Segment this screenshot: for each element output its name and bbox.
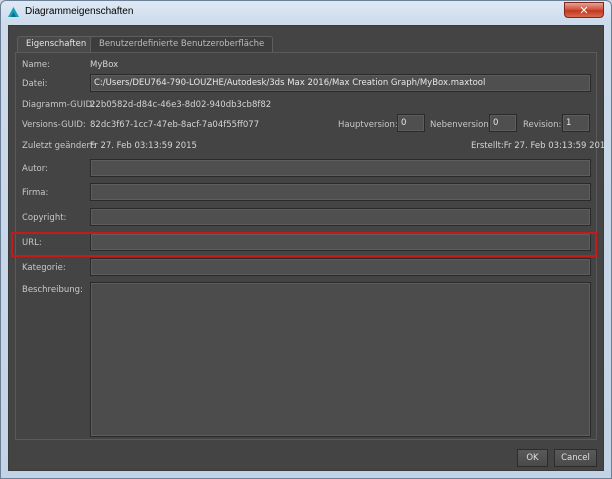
version-guid-label: Versions-GUID:	[22, 120, 86, 130]
beschreibung-textarea[interactable]	[90, 282, 591, 437]
autor-label: Autor:	[22, 164, 48, 174]
datei-label: Datei:	[22, 79, 48, 89]
copyright-label: Copyright:	[22, 213, 67, 223]
kategorie-highlight-box	[11, 232, 597, 257]
kategorie-label: Kategorie:	[22, 263, 66, 273]
window-title: Diagrammeigenschaften	[25, 6, 134, 17]
created-value: Erstellt:Fr 27. Feb 03:13:59 2015	[471, 141, 611, 151]
revision-field[interactable]: 1	[562, 114, 590, 132]
cancel-button[interactable]: Cancel	[554, 449, 597, 467]
modified-value: Fr 27. Feb 03:13:59 2015	[90, 141, 197, 151]
autor-field[interactable]	[90, 159, 591, 177]
app-icon	[8, 7, 19, 17]
close-button[interactable]: ✕	[564, 2, 604, 18]
kategorie-field[interactable]	[90, 258, 591, 276]
tab-benutzeroberflaeche[interactable]: Benutzerdefinierte Benutzeroberfläche	[90, 36, 274, 52]
hauptversion-field[interactable]: 0	[397, 114, 425, 132]
copyright-field[interactable]	[90, 208, 591, 226]
guid-label: Diagramm-GUID:	[22, 100, 95, 110]
beschreibung-label: Beschreibung:	[22, 285, 83, 295]
modified-label: Zuletzt geändert:	[22, 141, 97, 151]
dialog-window: Diagrammeigenschaften ✕ Eigenschaften Be…	[0, 0, 612, 479]
name-value: MyBox	[90, 60, 119, 70]
name-label: Name:	[22, 60, 50, 70]
ok-button[interactable]: OK	[517, 449, 548, 467]
title-bar[interactable]: Diagrammeigenschaften ✕	[1, 1, 611, 25]
firma-label: Firma:	[22, 188, 49, 198]
guid-value: 22b0582d-d84c-46e3-8d02-940db3cb8f82	[90, 100, 272, 110]
hauptversion-label: Hauptversion:	[338, 120, 398, 130]
datei-field[interactable]: C:/Users/DEU764-790-LOUZHE/Autodesk/3ds …	[90, 74, 591, 92]
tab-eigenschaften[interactable]: Eigenschaften	[17, 36, 96, 53]
firma-field[interactable]	[90, 183, 591, 201]
close-icon: ✕	[579, 4, 589, 17]
version-guid-value: 82dc3f67-1cc7-47eb-8acf-7a04f55ff077	[90, 120, 260, 130]
nebenversion-label: Nebenversion:	[430, 120, 492, 130]
revision-label: Revision:	[523, 120, 562, 130]
nebenversion-field[interactable]: 0	[489, 114, 517, 132]
